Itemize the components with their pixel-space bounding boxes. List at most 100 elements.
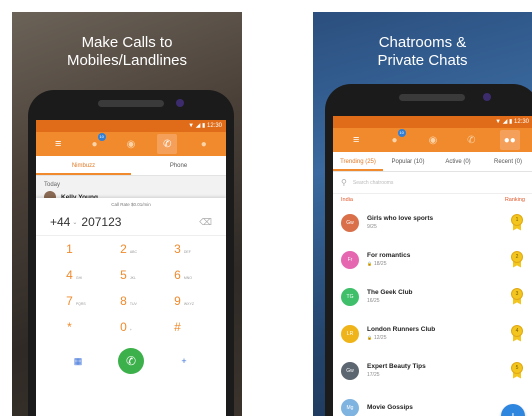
chatroom-item[interactable]: LR London Runners Club 🔒 12/25 4: [333, 315, 532, 352]
chatrooms-icon[interactable]: ●: [194, 134, 214, 154]
section-label: India: [341, 197, 353, 203]
chatroom-avatar: LR: [341, 324, 359, 343]
chatroom-info: The Geek Club 16/25: [367, 288, 509, 305]
chatroom-search[interactable]: ⚲ Search chatrooms: [333, 172, 532, 194]
list-header: India Ranking: [333, 194, 532, 204]
chatroom-list: Gw Girls who love sports 9/25 1 Fr For romant…: [333, 204, 532, 416]
chatroom-info: For romantics 🔒 18/25: [367, 251, 509, 268]
tab-nimbuzz[interactable]: Nimbuzz: [36, 156, 131, 175]
keypad-key[interactable]: 9 WXYZ: [158, 294, 212, 316]
keypad-key[interactable]: 2 ABC: [104, 242, 158, 264]
key-digit: 3: [174, 242, 181, 256]
dialer-actions: ▦ ✆ +: [36, 342, 226, 374]
key-letters: MNO: [183, 276, 193, 280]
chatroom-tabs: Trending (25) Popular (10) Active (0) Re…: [333, 152, 532, 172]
keypad-key[interactable]: #: [158, 320, 212, 342]
tab-phone[interactable]: Phone: [131, 156, 226, 175]
call-tabs: Nimbuzz Phone: [36, 156, 226, 176]
signal-icon: ▼ ◢ ▮: [188, 123, 206, 129]
keypad-key[interactable]: 4 GHI: [50, 268, 104, 290]
chatroom-item[interactable]: TG The Geek Club 16/25 3: [333, 278, 532, 315]
chatrooms-icon[interactable]: ●●: [499, 130, 520, 150]
key-letters: TUV: [129, 302, 137, 306]
key-letters: ABC: [129, 250, 138, 254]
keypad-key[interactable]: 6 MNO: [158, 268, 212, 290]
key-digit: 5: [120, 268, 127, 282]
backspace-icon[interactable]: ⌫: [199, 217, 212, 228]
chatroom-item[interactable]: Gw Girls who love sports 9/25 1: [333, 204, 532, 241]
chatroom-item[interactable]: Fr For romantics 🔒 18/25 2: [333, 241, 532, 278]
key-digit: *: [67, 320, 72, 334]
keypad-key[interactable]: 5 JKL: [104, 268, 158, 290]
right-phone-screen: ▼ ◢ ▮ 12:30 ≡ ● 10 ◉ ✆ ●● Trending (25) P…: [333, 116, 532, 416]
chat-icon[interactable]: ● 10: [85, 133, 106, 154]
keypad-key[interactable]: 7 PQRS: [50, 294, 104, 316]
app-toolbar: ≡ ● 10 ◉ ✆ ●: [36, 132, 226, 156]
section-today: Today: [44, 182, 61, 188]
occupancy-count: 12/25: [373, 335, 387, 341]
front-camera: [483, 93, 491, 101]
rank-number: 3: [511, 287, 523, 300]
call-button[interactable]: ✆: [118, 348, 144, 374]
tab-active[interactable]: Active (0): [433, 152, 483, 171]
key-letters: WXYZ: [183, 302, 194, 306]
occupancy-count: 16/25: [367, 298, 380, 304]
key-letters: JKL: [129, 276, 136, 280]
dialer-sheet: Call Rate $0.01/min +44 ⌄ 207123 ⌫ 1 2 ABC…: [36, 198, 226, 416]
key-digit: 1: [66, 242, 73, 256]
key-letters: DEF: [183, 250, 191, 254]
left-phone-screen: ▼ ◢ ▮ 12:30 ≡ ● 10 ◉ ✆ ● Nimbuzz Phone To…: [36, 120, 226, 416]
keypad-key[interactable]: *: [50, 320, 104, 342]
search-icon: ⚲: [341, 178, 347, 187]
key-digit: 7: [66, 294, 73, 308]
occupancy-count: 18/25: [373, 261, 387, 267]
tab-popular[interactable]: Popular (10): [383, 152, 433, 171]
chatroom-item[interactable]: Gw Expert Beauty Tips 17/25 5: [333, 352, 532, 389]
chatroom-avatar: Gw: [341, 361, 359, 380]
phone-icon[interactable]: ✆: [157, 134, 178, 154]
chat-icon[interactable]: ● 10: [385, 129, 406, 150]
chatroom-occupancy: 17/25: [367, 371, 509, 379]
chatroom-occupancy: 🔒 18/25: [367, 260, 509, 268]
lock-icon: 🔒: [367, 261, 372, 266]
status-time: 12:30: [206, 123, 222, 129]
chevron-down-icon[interactable]: ⌄: [72, 219, 77, 226]
keypad-key[interactable]: 3 DEF: [158, 242, 212, 264]
contacts-icon[interactable]: ◉: [423, 130, 443, 150]
phone-number-field[interactable]: 207123: [81, 215, 199, 229]
add-contact-icon[interactable]: +: [176, 353, 192, 369]
keypad-key[interactable]: 0 +: [104, 320, 158, 342]
left-phone-frame: ▼ ◢ ▮ 12:30 ≡ ● 10 ◉ ✆ ● Nimbuzz Phone To…: [28, 90, 234, 416]
chatroom-name: Movie Gossips: [367, 404, 413, 411]
key-digit: 2: [120, 242, 127, 256]
chatroom-info: Expert Beauty Tips 17/25: [367, 362, 509, 379]
contacts-icon[interactable]: ◉: [121, 134, 141, 154]
chatroom-name: For romantics: [367, 252, 411, 259]
lock-icon: 🔒: [367, 335, 372, 340]
menu-icon[interactable]: ≡: [346, 130, 366, 150]
search-input[interactable]: Search chatrooms: [353, 180, 394, 186]
keypad-key[interactable]: 1: [50, 242, 104, 264]
keypad-key[interactable]: 8 TUV: [104, 294, 158, 316]
chatroom-info: Girls who love sports 9/25: [367, 214, 509, 231]
ranking-label: Ranking: [504, 197, 525, 203]
key-digit: #: [174, 320, 181, 334]
keypad: 1 2 ABC 3 DEF 4 GHI 5 JKL 6 MNO 7 PQRS 8 TUV 9 WXYZ * 0 + #: [36, 236, 226, 342]
signal-icon: ▼ ◢ ▮: [495, 119, 513, 125]
rank-medal-icon: 4: [509, 324, 525, 343]
tab-recent[interactable]: Recent (0): [483, 152, 532, 171]
dialpad-toggle-icon[interactable]: ▦: [70, 353, 86, 369]
speaker-grille: [399, 94, 465, 101]
rank-medal-icon: 5: [509, 361, 525, 380]
call-rate-label: Call Rate $0.01/min: [111, 202, 151, 207]
left-headline: Make Calls to Mobiles/Landlines: [12, 34, 242, 70]
country-code-selector[interactable]: +44: [50, 215, 70, 229]
front-camera: [176, 99, 184, 107]
phone-icon[interactable]: ✆: [461, 130, 481, 150]
menu-icon[interactable]: ≡: [48, 134, 68, 154]
unread-badge: 10: [97, 133, 106, 141]
status-bar: ▼ ◢ ▮ 12:30: [333, 116, 532, 128]
rank-number: 2: [511, 250, 523, 263]
unread-badge: 10: [397, 129, 406, 137]
tab-trending[interactable]: Trending (25): [333, 152, 383, 171]
